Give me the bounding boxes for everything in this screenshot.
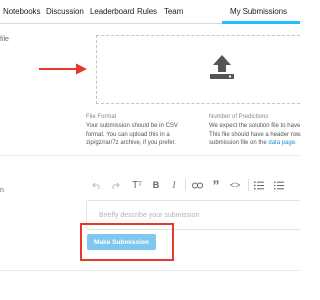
bulleted-list-icon[interactable]: [272, 176, 286, 194]
arrow-annotation-icon: [39, 63, 87, 75]
top-nav: Notebooks Discussion Leaderboard Rules T…: [0, 0, 300, 24]
upload-icon: [210, 55, 234, 79]
tab-notebooks[interactable]: Notebooks: [3, 7, 40, 16]
file-format-line-3: zip/gz/rar/7z archive, if you prefer.: [86, 140, 177, 146]
file-format-line-1: Your submission should be in CSV: [86, 123, 178, 129]
description-placeholder: Briefly describe your submission: [99, 212, 200, 219]
predictions-line-2: This file should have a header row.: [209, 131, 302, 138]
tab-rules[interactable]: Rules: [137, 7, 157, 16]
link-icon[interactable]: [190, 176, 204, 194]
redo-icon[interactable]: [108, 176, 122, 194]
text-size-icon[interactable]: TT: [130, 176, 144, 194]
section-divider: [0, 155, 300, 156]
section-divider: [0, 270, 300, 271]
toolbar-separator: [248, 179, 249, 191]
tab-discussion[interactable]: Discussion: [46, 7, 84, 16]
tab-my-submissions[interactable]: My Submissions: [230, 7, 287, 16]
active-tab-indicator: [222, 21, 300, 24]
editor-toolbar: TT B I ” <>: [88, 176, 300, 194]
predictions-line-3: submission file on the data page.: [209, 140, 297, 146]
tab-leaderboard[interactable]: Leaderboard: [90, 7, 134, 16]
make-submission-button[interactable]: Make Submission: [87, 234, 156, 250]
file-format-line-2: format. You can upload this in a: [86, 131, 170, 138]
numbered-list-icon[interactable]: [252, 176, 266, 194]
file-format-title: File Format: [86, 114, 117, 120]
upload-section-label: file: [0, 36, 9, 43]
predictions-title: Number of Predictions: [209, 114, 269, 120]
undo-icon[interactable]: [90, 176, 104, 194]
description-section-label: n: [0, 187, 4, 194]
data-page-link[interactable]: data page.: [268, 140, 296, 146]
quote-icon[interactable]: ”: [210, 176, 222, 194]
file-dropzone[interactable]: [96, 35, 300, 104]
tab-team[interactable]: Team: [164, 7, 183, 16]
code-icon[interactable]: <>: [228, 176, 242, 194]
italic-icon[interactable]: I: [168, 176, 180, 194]
bold-icon[interactable]: B: [150, 176, 162, 194]
predictions-line-1: We expect the solution file to have: [209, 123, 301, 129]
toolbar-separator: [185, 179, 186, 191]
